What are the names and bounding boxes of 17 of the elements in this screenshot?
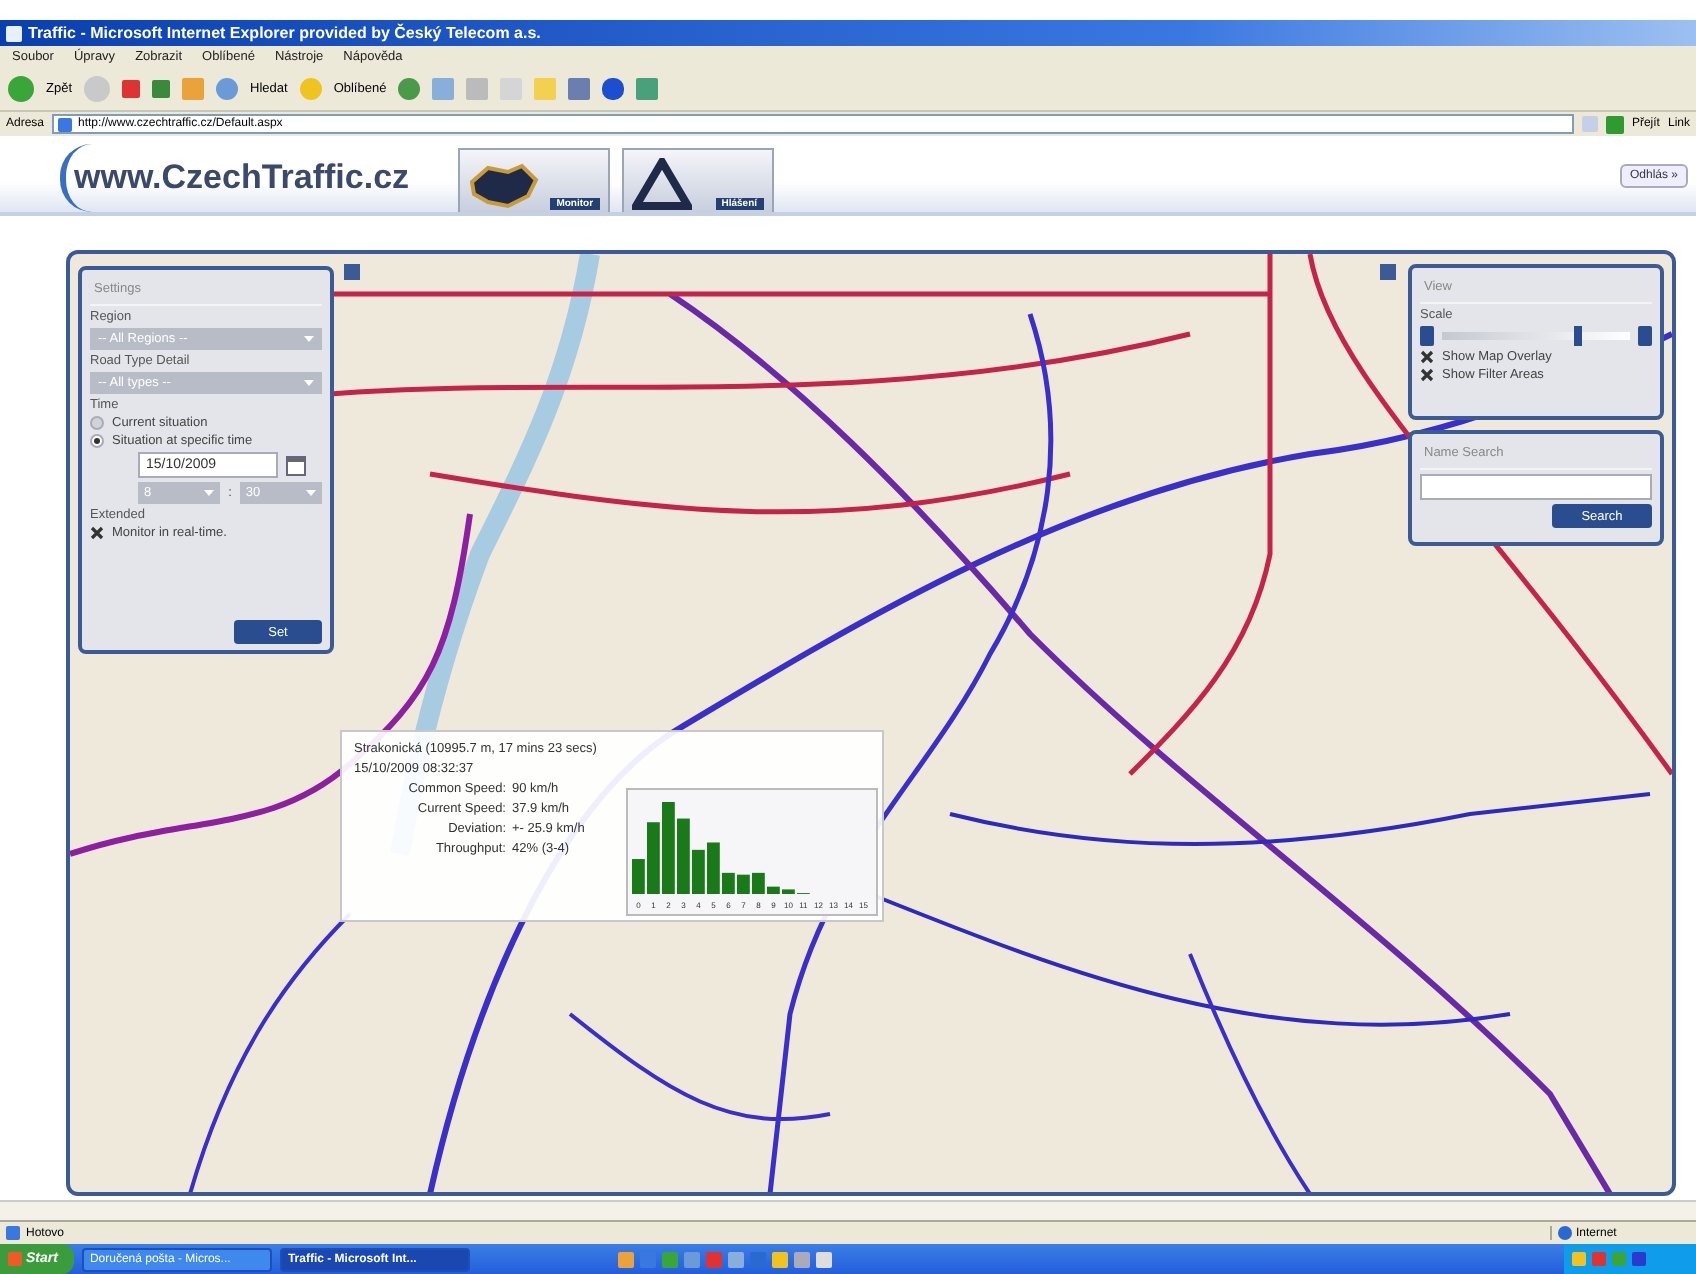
checkbox[interactable] (1420, 368, 1434, 382)
radio-button[interactable] (90, 416, 104, 430)
calendar-icon[interactable] (286, 455, 306, 475)
checkbox[interactable] (90, 526, 104, 540)
slider-thumb[interactable] (1573, 326, 1582, 346)
caret-icon (306, 490, 316, 496)
czech-map-icon (467, 162, 540, 210)
caret-icon (204, 490, 215, 496)
name-search-field[interactable] (1420, 474, 1652, 500)
caret-icon (304, 380, 314, 386)
caret-icon (304, 336, 314, 342)
radio-button[interactable] (90, 434, 104, 448)
checkbox[interactable] (1420, 350, 1434, 364)
zoom-in-button[interactable] (1638, 326, 1652, 346)
horizontal-scrollbar[interactable] (0, 1200, 1696, 1220)
window-title: Traffic - Microsoft Internet Explorer provided by Český Telecom a.s. (28, 24, 541, 42)
warning-triangle-icon (631, 158, 692, 210)
